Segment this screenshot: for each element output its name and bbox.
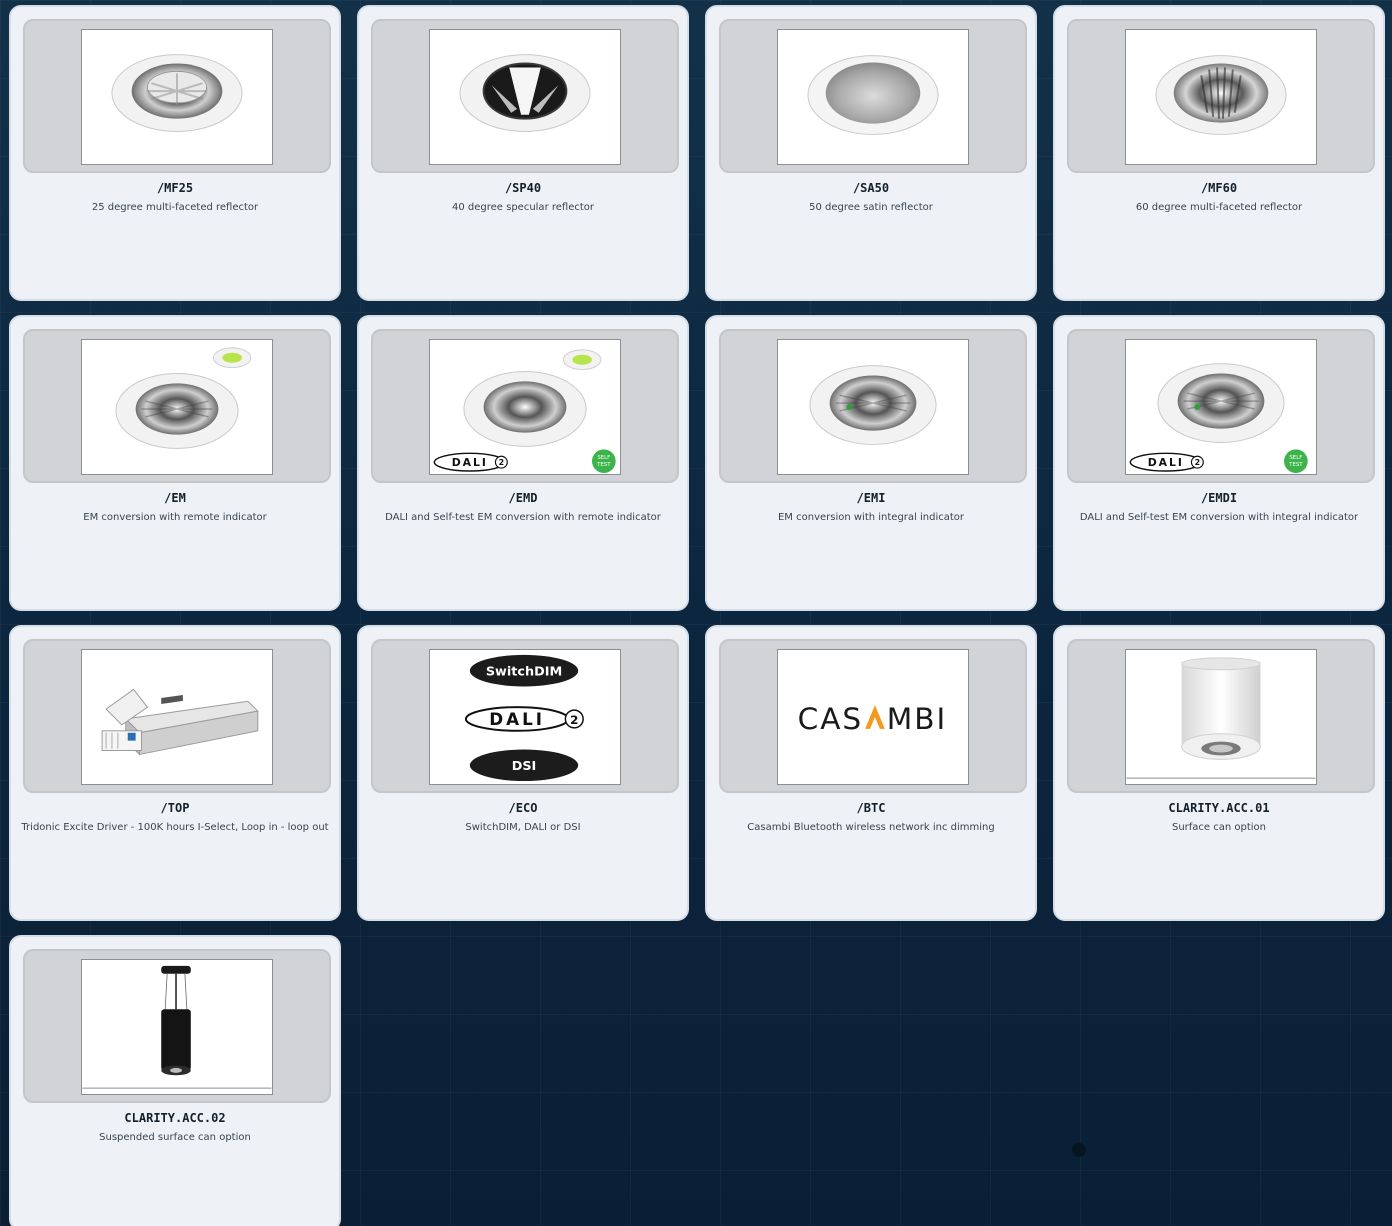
product-card-top[interactable]: /TOP Tridonic Excite Driver - 100K hours… bbox=[9, 625, 341, 921]
self-test-badge-bottom: TEST bbox=[596, 462, 611, 468]
casambi-logo-image: CAS MBI bbox=[798, 702, 947, 736]
product-thumbnail bbox=[23, 19, 331, 173]
product-option-grid: /MF25 25 degree multi-faceted reflector … bbox=[9, 5, 1385, 1226]
surface-can-image bbox=[1126, 657, 1316, 779]
product-thumbnail: CAS MBI bbox=[719, 639, 1027, 793]
product-code: /EMI bbox=[856, 491, 886, 505]
dali-version-text: 2 bbox=[570, 713, 578, 727]
suspended-can-image bbox=[82, 965, 272, 1089]
product-code: /BTC bbox=[856, 801, 886, 815]
product-code: /EMDI bbox=[1200, 491, 1238, 505]
product-description: Suspended surface can option bbox=[99, 1132, 251, 1143]
dali-version-text: 2 bbox=[1195, 458, 1200, 467]
product-thumbnail bbox=[719, 19, 1027, 173]
product-code: /EM bbox=[164, 491, 186, 505]
product-code: /ECO bbox=[508, 801, 538, 815]
product-thumbnail bbox=[371, 19, 679, 173]
product-card-sa50[interactable]: /SA50 50 degree satin reflector bbox=[705, 5, 1037, 301]
em-remote-indicator-image bbox=[115, 347, 252, 449]
product-thumbnail bbox=[23, 949, 331, 1103]
product-thumbnail bbox=[23, 329, 331, 483]
product-thumbnail: DALI 2 SELF TEST bbox=[371, 329, 679, 483]
product-card-clarity-acc-01[interactable]: CLARITY.ACC.01 Surface can option bbox=[1053, 625, 1385, 921]
product-card-emdi[interactable]: DALI 2 SELF TEST /EMDI DALI and Self-tes… bbox=[1053, 315, 1385, 611]
product-description: DALI and Self-test EM conversion with in… bbox=[1079, 512, 1359, 523]
product-image bbox=[81, 649, 273, 785]
casambi-logo-left: CAS bbox=[798, 702, 864, 736]
em-integral-dali-selftest-image: DALI 2 SELF TEST bbox=[1129, 363, 1308, 474]
product-thumbnail bbox=[1067, 639, 1375, 793]
self-test-badge-top: SELF bbox=[597, 455, 610, 461]
product-description: EM conversion with remote indicator bbox=[83, 512, 267, 523]
product-image: CAS MBI bbox=[777, 649, 969, 785]
product-description: 60 degree multi-faceted reflector bbox=[1135, 202, 1303, 213]
product-description: Casambi Bluetooth wireless network inc d… bbox=[747, 822, 995, 833]
product-description: DALI and Self-test EM conversion with re… bbox=[385, 512, 661, 523]
product-thumbnail bbox=[23, 639, 331, 793]
product-image bbox=[1125, 29, 1317, 165]
satin-reflector-image bbox=[807, 55, 939, 135]
product-image bbox=[429, 29, 621, 165]
multifaceted-reflector-image bbox=[1155, 55, 1287, 135]
product-card-eco[interactable]: SwitchDIM DALI 2 DSI /ECO SwitchDIM, DAL… bbox=[357, 625, 689, 921]
product-code: /MF60 bbox=[1200, 181, 1238, 195]
product-code: CLARITY.ACC.02 bbox=[124, 1111, 226, 1125]
product-description: SwitchDIM, DALI or DSI bbox=[465, 822, 581, 833]
em-remote-dali-selftest-image: DALI 2 SELF TEST bbox=[433, 349, 616, 474]
product-code: CLARITY.ACC.01 bbox=[1168, 801, 1270, 815]
product-description: 50 degree satin reflector bbox=[809, 202, 933, 213]
dali-logo-text: DALI bbox=[1148, 456, 1184, 469]
product-card-mf60[interactable]: /MF60 60 degree multi-faceted reflector bbox=[1053, 5, 1385, 301]
self-test-badge-bottom: TEST bbox=[1288, 462, 1303, 468]
product-card-emd[interactable]: DALI 2 SELF TEST /EMD DALI and Self-test… bbox=[357, 315, 689, 611]
product-image: SwitchDIM DALI 2 DSI bbox=[429, 649, 621, 785]
product-thumbnail bbox=[719, 329, 1027, 483]
product-description: 25 degree multi-faceted reflector bbox=[91, 202, 259, 213]
product-card-em[interactable]: /EM EM conversion with remote indicator bbox=[9, 315, 341, 611]
product-thumbnail: SwitchDIM DALI 2 DSI bbox=[371, 639, 679, 793]
product-description: EM conversion with integral indicator bbox=[777, 512, 965, 523]
switchdim-logo-text: SwitchDIM bbox=[486, 665, 562, 680]
control-protocol-logos-image: SwitchDIM DALI 2 DSI bbox=[464, 654, 584, 782]
dali-version-text: 2 bbox=[499, 458, 504, 467]
dali-logo-text: DALI bbox=[452, 456, 488, 469]
product-image bbox=[777, 29, 969, 165]
product-image bbox=[81, 29, 273, 165]
product-description: Surface can option bbox=[1171, 822, 1267, 833]
self-test-badge-top: SELF bbox=[1289, 455, 1302, 461]
product-card-btc[interactable]: CAS MBI /BTC Casambi Bluetooth wireless … bbox=[705, 625, 1037, 921]
casambi-logo-right: MBI bbox=[887, 702, 947, 736]
product-code: /TOP bbox=[160, 801, 190, 815]
decorative-dot bbox=[1072, 1143, 1086, 1157]
product-description: 40 degree specular reflector bbox=[451, 202, 594, 213]
product-image: DALI 2 SELF TEST bbox=[429, 339, 621, 475]
led-driver-image bbox=[101, 688, 259, 756]
multifaceted-reflector-image bbox=[111, 54, 243, 132]
product-card-emi[interactable]: /EMI EM conversion with integral indicat… bbox=[705, 315, 1037, 611]
product-image: DALI 2 SELF TEST bbox=[1125, 339, 1317, 475]
product-image bbox=[1125, 649, 1317, 785]
product-card-sp40[interactable]: /SP40 40 degree specular reflector bbox=[357, 5, 689, 301]
product-description: Tridonic Excite Driver - 100K hours I-Se… bbox=[21, 822, 329, 833]
product-card-mf25[interactable]: /MF25 25 degree multi-faceted reflector bbox=[9, 5, 341, 301]
specular-reflector-image bbox=[459, 54, 591, 132]
dali-logo-text: DALI bbox=[489, 709, 545, 729]
product-code: /SP40 bbox=[504, 181, 542, 195]
product-code: /SA50 bbox=[852, 181, 890, 195]
product-card-clarity-acc-02[interactable]: CLARITY.ACC.02 Suspended surface can opt… bbox=[9, 935, 341, 1226]
product-image bbox=[81, 339, 273, 475]
product-thumbnail bbox=[1067, 19, 1375, 173]
product-code: /MF25 bbox=[156, 181, 194, 195]
product-thumbnail: DALI 2 SELF TEST bbox=[1067, 329, 1375, 483]
product-code: /EMD bbox=[508, 491, 538, 505]
em-integral-indicator-image bbox=[809, 365, 937, 445]
product-image bbox=[777, 339, 969, 475]
product-image bbox=[81, 959, 273, 1095]
dsi-logo-text: DSI bbox=[512, 759, 537, 774]
